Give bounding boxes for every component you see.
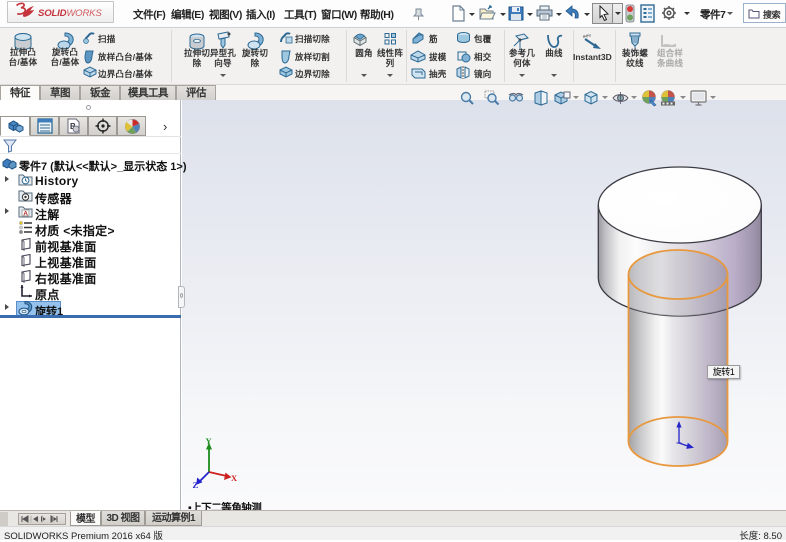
svg-text:A: A xyxy=(23,211,28,218)
svg-text:Z: Z xyxy=(193,480,199,490)
svg-text:X: X xyxy=(231,473,238,483)
svg-text:Y: Y xyxy=(206,436,212,446)
svg-text:SOLIDWORKS: SOLIDWORKS xyxy=(38,8,102,19)
